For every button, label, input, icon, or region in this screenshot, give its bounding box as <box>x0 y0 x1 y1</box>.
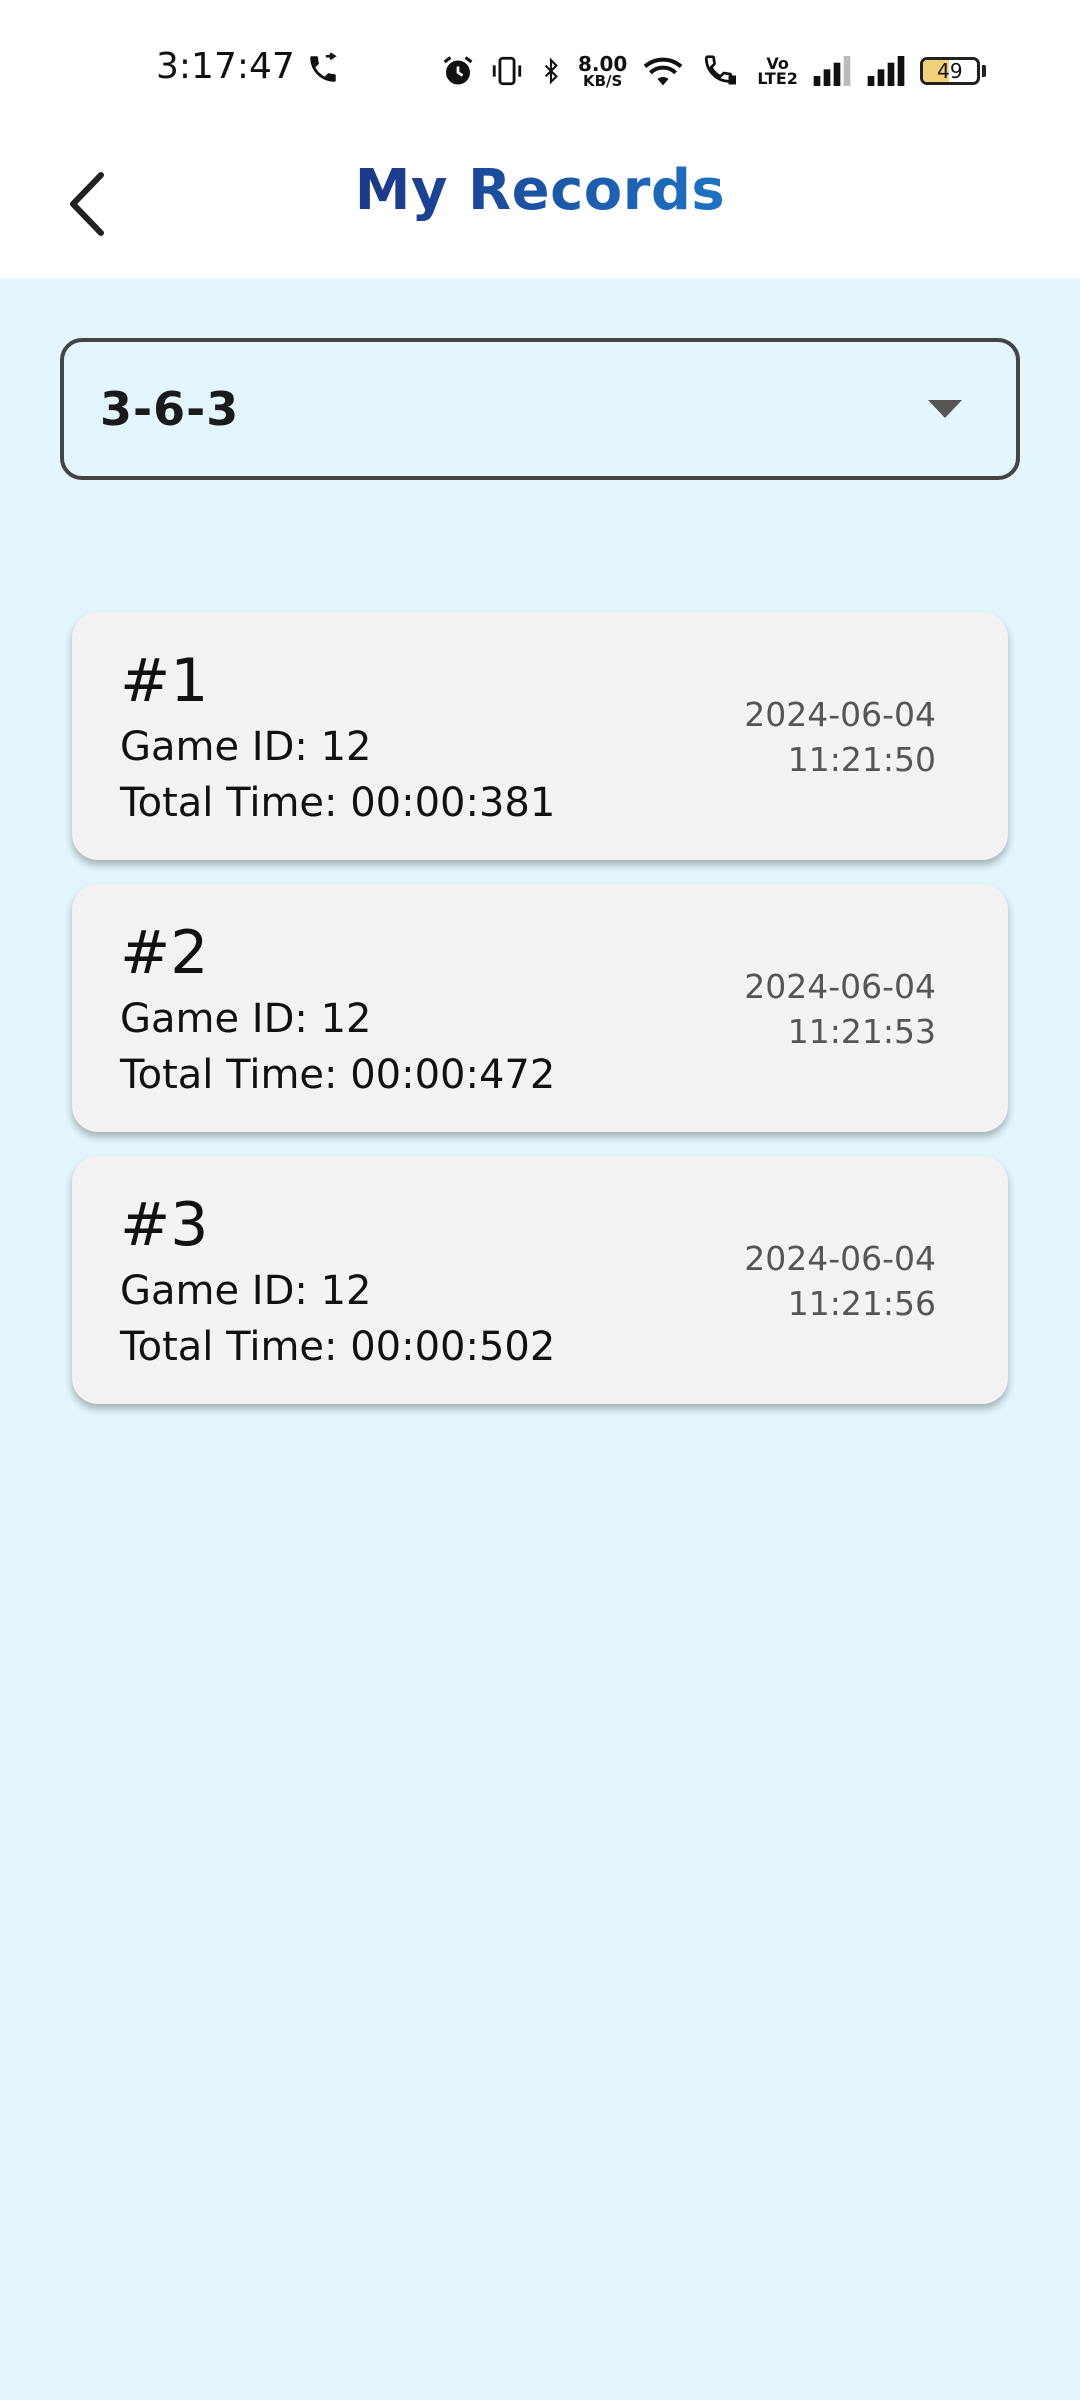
battery-level: 49 <box>937 59 963 83</box>
record-rank: #3 <box>120 1190 209 1260</box>
record-card[interactable]: #3 Game ID: 12 Total Time: 00:00:502 202… <box>72 1156 1008 1404</box>
record-time: 11:21:50 <box>787 740 936 779</box>
record-rank: #2 <box>120 918 209 988</box>
record-time: 11:21:56 <box>787 1284 936 1323</box>
status-bar: 3:17:47 8.00 KB/S Vo LTE2 49 <box>0 0 1080 140</box>
wifi-icon <box>644 57 683 86</box>
call-icon <box>310 52 337 82</box>
volte-badge: Vo LTE2 <box>757 53 798 88</box>
record-total-time: Total Time: 00:00:381 <box>120 780 556 826</box>
status-time: 3:17:47 <box>156 46 295 87</box>
record-game-id: Game ID: 12 <box>120 724 372 770</box>
dropdown-arrow-icon <box>928 400 962 418</box>
record-card[interactable]: #2 Game ID: 12 Total Time: 00:00:472 202… <box>72 884 1008 1132</box>
record-timestamp: 2024-06-04 11:21:56 <box>744 1236 936 1326</box>
signal-icon <box>813 56 851 86</box>
record-total-time: Total Time: 00:00:472 <box>120 1052 556 1098</box>
page-title: My Records <box>0 158 1080 223</box>
network-speed: 8.00 KB/S <box>578 51 628 90</box>
record-time: 11:21:53 <box>787 1012 936 1051</box>
record-card[interactable]: #1 Game ID: 12 Total Time: 00:00:381 202… <box>72 612 1008 860</box>
bluetooth-icon <box>544 57 558 85</box>
signal-icon <box>867 56 905 86</box>
record-date: 2024-06-04 <box>744 695 936 734</box>
battery-icon: 49 <box>919 57 980 85</box>
record-total-time: Total Time: 00:00:502 <box>120 1324 556 1370</box>
battery-tip <box>981 65 986 77</box>
alarm-icon <box>443 56 473 85</box>
record-timestamp: 2024-06-04 11:21:50 <box>744 692 936 782</box>
game-mode-dropdown[interactable]: 3-6-3 <box>60 338 1020 480</box>
record-timestamp: 2024-06-04 11:21:53 <box>744 964 936 1054</box>
record-game-id: Game ID: 12 <box>120 1268 372 1314</box>
dropdown-selected-value: 3-6-3 <box>100 382 240 436</box>
record-rank: #1 <box>120 646 209 716</box>
status-icons: 8.00 KB/S Vo LTE2 49 <box>440 48 986 94</box>
record-date: 2024-06-04 <box>744 967 936 1006</box>
vibrate-icon <box>492 56 522 86</box>
record-date: 2024-06-04 <box>744 1239 936 1278</box>
record-game-id: Game ID: 12 <box>120 996 372 1042</box>
wifi-call-icon <box>705 55 737 85</box>
app-bar: My Records <box>0 140 1080 278</box>
